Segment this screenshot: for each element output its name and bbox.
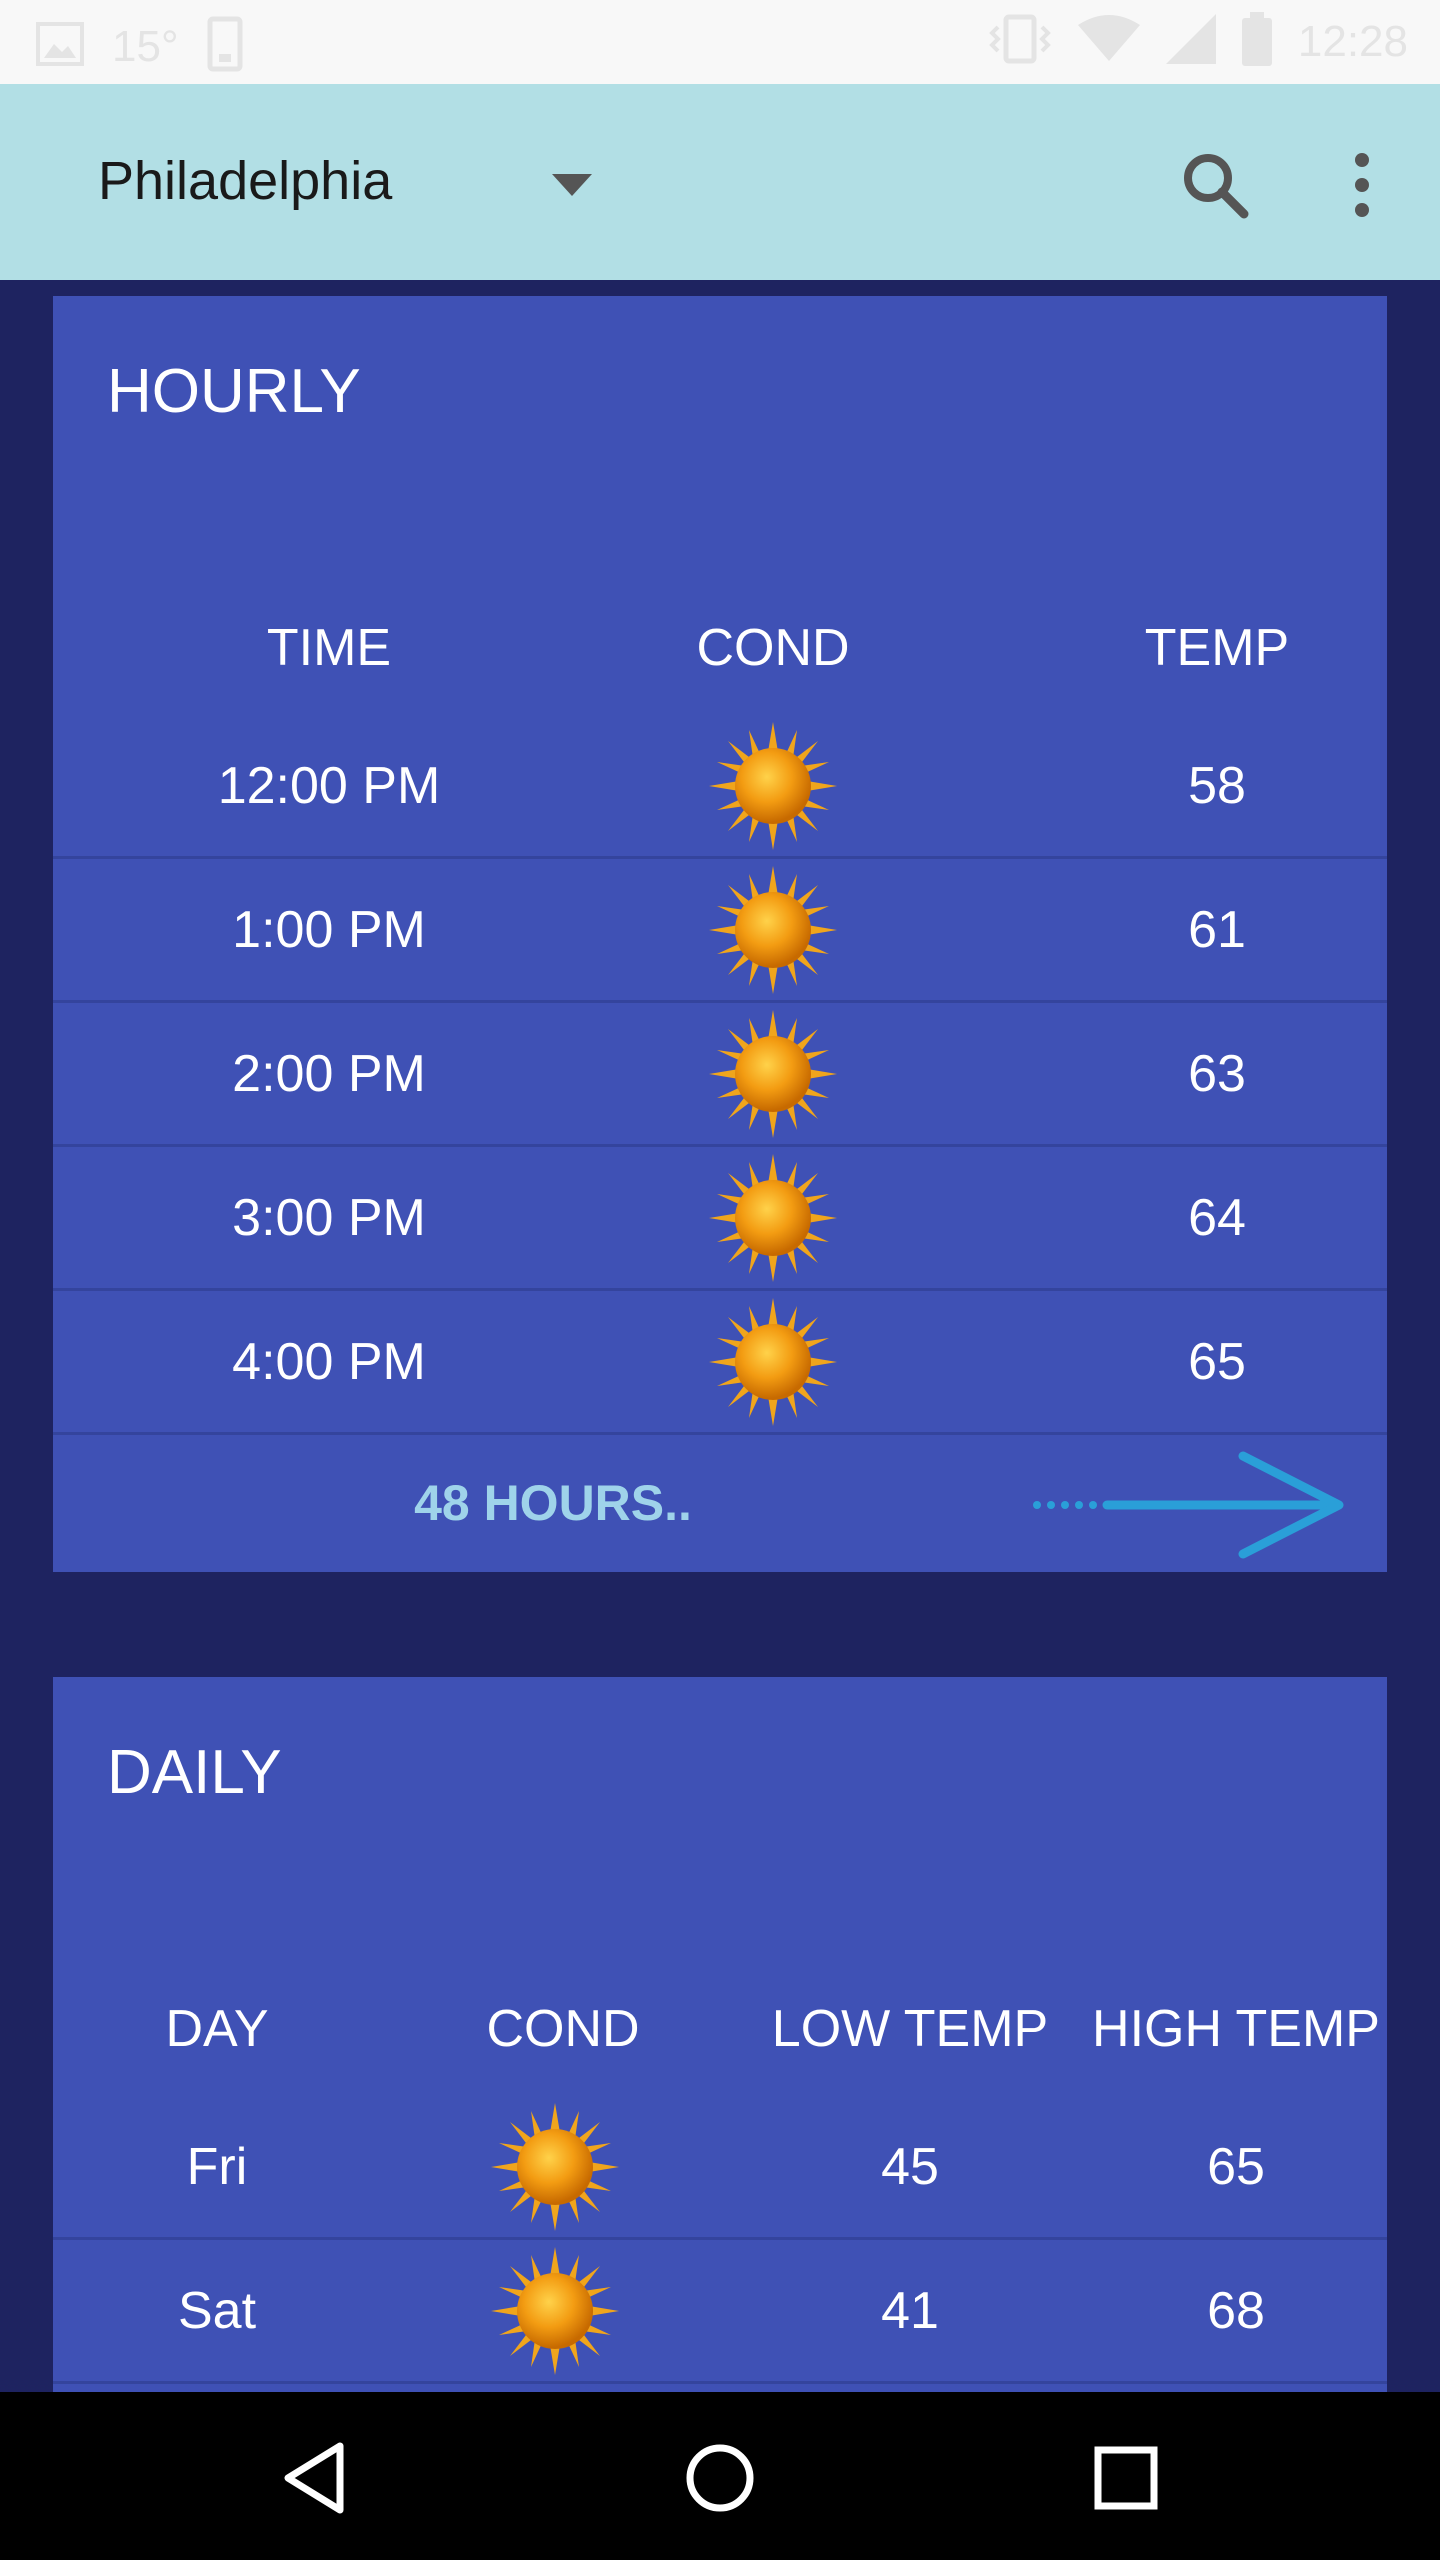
hourly-time: 1:00 PM (232, 901, 426, 959)
home-icon[interactable] (678, 2436, 762, 2520)
header-day: DAY (165, 2000, 269, 2058)
hourly-row[interactable]: 3:00 PM 64 (53, 1148, 1387, 1291)
daily-high: 68 (1207, 2282, 1265, 2340)
daily-row[interactable]: Sat 41 68 (53, 2241, 1387, 2384)
hourly-time: 12:00 PM (217, 757, 441, 815)
daily-low: 41 (881, 2282, 939, 2340)
wifi-icon (1077, 15, 1140, 68)
back-icon[interactable] (274, 2436, 358, 2520)
more-hours-row: 48 HOURS.. (53, 1434, 1387, 1572)
header-high-temp: HIGH TEMP (1092, 2000, 1380, 2058)
sun-icon (491, 2103, 619, 2231)
hourly-temp: 63 (1188, 1045, 1246, 1103)
hourly-row[interactable]: 12:00 PM 58 (53, 716, 1387, 859)
dropdown-icon[interactable] (552, 174, 592, 201)
recents-icon[interactable] (1084, 2436, 1168, 2520)
sun-icon (709, 866, 837, 994)
hourly-temp: 58 (1188, 757, 1246, 815)
sun-icon (709, 1154, 837, 1282)
hourly-temp: 61 (1188, 901, 1246, 959)
sun-icon (709, 1298, 837, 1426)
sun-icon (709, 722, 837, 850)
48-hours-link[interactable]: 48 HOURS.. (303, 1474, 803, 1532)
status-temperature: 15° (112, 21, 179, 71)
daily-low: 45 (881, 2138, 939, 2196)
city-selector[interactable]: Philadelphia (98, 150, 392, 212)
hourly-time: 2:00 PM (232, 1045, 426, 1103)
hourly-title: HOURLY (107, 357, 361, 426)
hourly-time: 3:00 PM (232, 1189, 426, 1247)
sun-icon (709, 1010, 837, 1138)
image-icon (36, 22, 84, 71)
daily-row[interactable]: Fri 45 65 (53, 2097, 1387, 2240)
status-bar: 15° 12:28 (0, 0, 1440, 84)
hourly-row[interactable]: 1:00 PM 61 (53, 860, 1387, 1003)
signal-icon (1165, 14, 1216, 69)
arrow-right-icon[interactable] (1027, 1450, 1357, 1560)
hourly-temp: 65 (1188, 1333, 1246, 1391)
header-cond: COND (486, 2000, 640, 2058)
battery-icon (1241, 12, 1272, 71)
header-temp: TEMP (1144, 619, 1290, 677)
sun-icon (491, 2247, 619, 2375)
hourly-time: 4:00 PM (232, 1333, 426, 1391)
search-icon[interactable] (1180, 150, 1250, 220)
navigation-bar (0, 2392, 1440, 2560)
daily-card: DAILY DAY COND LOW TEMP HIGH TEMP Fri 45… (53, 1677, 1387, 2397)
more-vert-icon[interactable] (1340, 150, 1384, 220)
header-low-temp: LOW TEMP (771, 2000, 1049, 2058)
phone-icon (207, 16, 243, 77)
daily-day: Fri (186, 2138, 248, 2196)
hourly-card: HOURLY TIME COND TEMP 12:00 PM 58 1:00 P… (53, 296, 1387, 1572)
hourly-row[interactable]: 2:00 PM 63 (53, 1004, 1387, 1147)
daily-title: DAILY (107, 1738, 282, 1807)
hourly-row[interactable]: 4:00 PM 65 (53, 1292, 1387, 1435)
app-bar: Philadelphia (0, 84, 1440, 280)
hourly-temp: 64 (1188, 1189, 1246, 1247)
header-time: TIME (266, 619, 392, 677)
status-time: 12:28 (1297, 16, 1408, 66)
header-cond: COND (696, 619, 850, 677)
daily-day: Sat (177, 2282, 257, 2340)
vibrate-icon (988, 13, 1052, 70)
daily-high: 65 (1207, 2138, 1265, 2196)
